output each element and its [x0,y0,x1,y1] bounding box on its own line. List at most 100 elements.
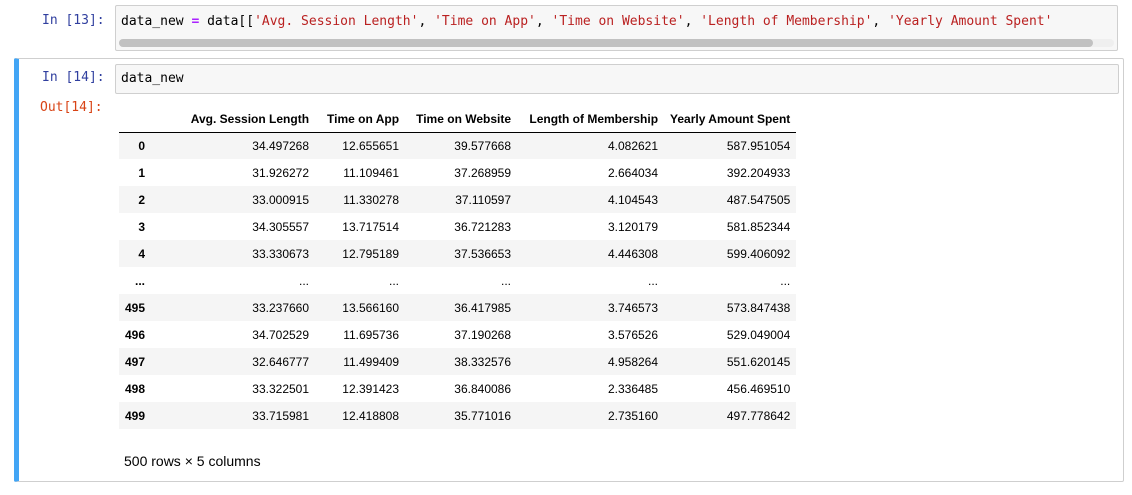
table-cell: 34.702529 [252,327,310,342]
table-cell: 39.577668 [454,138,512,153]
code-token-string: 'Time on Website' [551,14,685,29]
table-cell: 33.322501 [252,381,310,396]
table-cell: 33.237660 [252,300,310,315]
table-cell: 34.497268 [252,138,310,153]
code-token-string: 'Avg. Session Length' [254,14,419,29]
table-cell: 573.847438 [726,300,791,315]
table-row: 496 34.702529 11.695736 37.190268 3.5765… [119,321,797,348]
table-cell: 34.305557 [252,219,310,234]
table-cell: 11.330278 [343,192,400,207]
table-cell: 33.715981 [252,408,310,423]
code-cell-13[interactable]: In [13]: data_new = data[['Avg. Session … [14,0,1119,55]
table-cell: 12.391423 [342,381,400,396]
table-cell: ... [648,273,659,288]
table-cell: 4.958264 [607,354,659,369]
table-cell: 551.620145 [726,354,791,369]
table-row: 1 31.926272 11.109461 37.268959 2.664034… [119,159,797,186]
table-cell: 36.417985 [454,300,512,315]
table-cell: 37.110597 [455,192,512,207]
table-row-ellipsis: ... ... ... ... ... ... [119,267,797,294]
table-cell: 599.406092 [726,246,791,261]
table-cell: 3.120179 [607,219,659,234]
column-header: Avg. Session Length [153,105,316,133]
code-token-sep: , [872,14,889,29]
row-index: 496 [125,327,146,342]
table-cell: ... [389,273,400,288]
table-header-row: Avg. Session Length Time on App Time on … [119,105,797,133]
table-cell: 37.190268 [454,327,512,342]
code-line-14: data_new [121,71,184,86]
table-cell: 12.418808 [342,408,400,423]
code-input-14[interactable]: data_new [115,64,1119,94]
in-prompt-14: In [14]: [42,70,105,85]
code-token-sep: , [418,14,435,29]
table-row: 0 34.497268 12.655651 39.577668 4.082621… [119,132,797,159]
row-index: 2 [138,192,146,207]
code-token-sep: , [684,14,701,29]
code-token-var: data_new [121,14,192,29]
code-input-13[interactable]: data_new = data[['Avg. Session Length', … [115,5,1118,51]
table-cell: 392.204933 [726,165,791,180]
table-cell: 581.852344 [726,219,791,234]
table-cell: 11.109461 [343,165,400,180]
table-cell: 35.771016 [454,408,512,423]
table-cell: 3.576526 [607,327,659,342]
table-cell: 11.695736 [343,327,400,342]
table-cell: 4.104543 [607,192,659,207]
table-cell: ... [299,273,310,288]
table-row: 2 33.000915 11.330278 37.110597 4.104543… [119,186,797,213]
table-row: 499 33.715981 12.418808 35.771016 2.7351… [119,402,797,429]
table-cell: 12.655651 [342,138,400,153]
dataframe-summary: 500 rows × 5 columns [124,453,261,469]
code-token-sep: , [535,14,552,29]
table-cell: 33.000915 [252,192,310,207]
table-cell: 456.469510 [726,381,791,396]
code-token-string: 'Time on App' [434,14,536,29]
out-prompt-14: Out[14]: [40,100,103,115]
dataframe-table: Avg. Session Length Time on App Time on … [119,105,797,429]
code-token-string: 'Length of Membership' [700,14,873,29]
row-index: 497 [125,354,146,369]
table-cell: 587.951054 [726,138,791,153]
row-index: 1 [138,165,146,180]
row-index: 495 [125,300,146,315]
code-line-13: data_new = data[['Avg. Session Length', … [121,14,1052,30]
table-cell: 2.735160 [607,408,659,423]
table-cell: 13.566160 [342,300,400,315]
table-cell: 36.840086 [454,381,512,396]
table-row: 4 33.330673 12.795189 37.536653 4.446308… [119,240,797,267]
table-cell: 529.049004 [726,327,791,342]
row-index: 498 [125,381,146,396]
row-index: 499 [125,408,146,423]
table-cell: 32.646777 [252,354,310,369]
table-cell: 31.926272 [252,165,310,180]
table-row: 498 33.322501 12.391423 36.840086 2.3364… [119,375,797,402]
table-cell: 497.778642 [726,408,791,423]
column-header: Length of Membership [517,105,665,133]
row-index: 3 [138,219,146,234]
table-cell: 36.721283 [454,219,512,234]
table-row: 497 32.646777 11.499409 38.332576 4.9582… [119,348,797,375]
table-cell: 487.547505 [726,192,791,207]
row-index: 0 [138,138,146,153]
code-cell-14[interactable]: In [14]: data_new Out[14]: Avg. Session … [14,58,1124,482]
table-cell: 4.446308 [607,246,659,261]
table-cell: 4.082621 [607,138,659,153]
table-cell: 37.268959 [454,165,512,180]
scrollbar-thumb[interactable] [119,39,1093,47]
table-cell: 2.336485 [607,381,659,396]
code-token-call: data[[ [199,14,255,29]
table-cell: 38.332576 [454,354,512,369]
column-header: Time on App [315,105,406,133]
table-cell: 37.536653 [454,246,512,261]
row-index: 4 [138,246,146,261]
column-header: Yearly Amount Spent [664,105,797,133]
table-cell: ... [780,273,791,288]
in-prompt-13: In [13]: [42,13,105,28]
table-row: 3 34.305557 13.717514 36.721283 3.120179… [119,213,797,240]
table-cell: 2.664034 [607,165,659,180]
table-cell: 13.717514 [342,219,400,234]
code-token-string: 'Yearly Amount Spent' [888,14,1053,29]
row-index: ... [135,273,146,288]
horizontal-scrollbar[interactable] [119,39,1114,47]
